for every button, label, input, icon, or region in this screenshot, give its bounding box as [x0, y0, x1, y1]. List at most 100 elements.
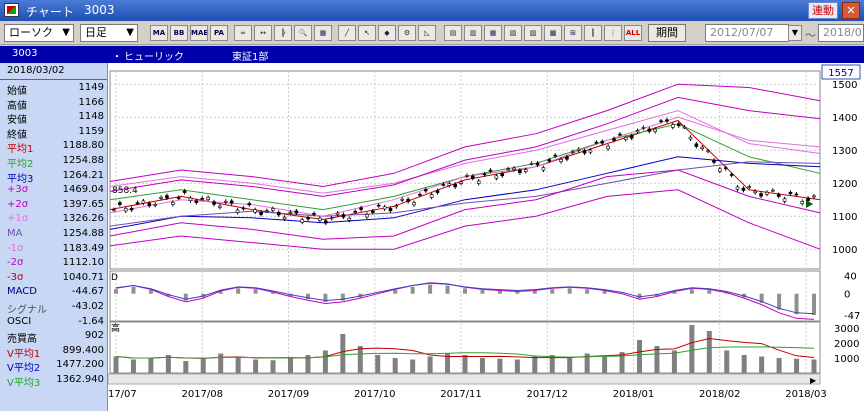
pattern-2-icon[interactable]: ▥ [464, 25, 482, 41]
candle-body [418, 193, 422, 196]
candle-body [312, 213, 316, 215]
indicator-value: 1040.71 [62, 271, 104, 283]
macd-histogram-bar [148, 290, 153, 294]
macd-histogram-bar [114, 289, 118, 294]
candle-body [476, 180, 481, 184]
macd-tick-label: -47 [844, 311, 860, 322]
scroll-right-icon: ▶ [810, 376, 817, 385]
candle-body [759, 193, 763, 197]
candle-body [676, 123, 681, 127]
macd-histogram-bar [602, 291, 607, 294]
indicator-row: V平均3 1362.940 [0, 373, 107, 389]
volume-bar [514, 359, 520, 373]
settings-icon[interactable]: ▦ [314, 25, 332, 41]
indicator-value: -1.64 [78, 315, 104, 327]
candle-body [629, 135, 634, 139]
volume-bar [235, 356, 241, 373]
month-tick-label: 2017/12 [526, 389, 568, 400]
candle-body [141, 200, 146, 204]
dots-icon[interactable]: ⋮ [604, 25, 622, 41]
stock-name: ヒューリック [124, 52, 184, 63]
macd-histogram-bar [637, 293, 642, 299]
title-bar: チャート 3003 連動 ✕ [0, 0, 864, 21]
line-tool-icon[interactable]: ═ [234, 25, 252, 41]
candle-body [776, 194, 781, 197]
chart-type-select[interactable]: ローソク ▼ [4, 24, 74, 42]
kikan-button[interactable]: 期間 [648, 24, 686, 42]
chart-app-icon [4, 3, 19, 17]
volume-bar [602, 355, 608, 373]
indicator-row: 高値 1166 [0, 96, 107, 112]
volume-panel-label: 高 [111, 322, 120, 334]
date-from-input[interactable]: 2012/07/07 [705, 24, 789, 42]
candle-body [394, 205, 399, 208]
period-select[interactable]: 日足 ▼ [80, 24, 138, 42]
candle-body [747, 186, 752, 188]
indicator-value: 1166 [78, 96, 104, 108]
macd-histogram-bar [445, 285, 450, 294]
mae-icon[interactable]: MAE [190, 25, 208, 41]
candle-body [694, 143, 699, 147]
candle-body [318, 217, 322, 221]
candle-body [782, 198, 787, 202]
market-name: 東証1部 [232, 52, 269, 63]
cursor-icon[interactable]: ↖ [358, 25, 376, 41]
candle-icon[interactable]: ┃ [584, 25, 602, 41]
month-tick-label: 2018/01 [613, 389, 655, 400]
candle-body [253, 209, 257, 213]
candle-body [400, 198, 405, 201]
pattern-3-icon[interactable]: ▦ [484, 25, 502, 41]
pattern-4-icon[interactable]: ▧ [504, 25, 522, 41]
candle-body [229, 200, 234, 204]
diagonal-line-icon[interactable]: ◺ [418, 25, 436, 41]
indicator-value: 1159 [78, 125, 104, 137]
zoom-icon[interactable]: 🔍 [294, 25, 312, 41]
all-icon[interactable]: ALL [624, 25, 642, 41]
pattern-5-icon[interactable]: ▨ [524, 25, 542, 41]
renkei-button[interactable]: 連動 [808, 2, 838, 19]
candle-body [700, 146, 705, 150]
volume-bar [479, 358, 485, 373]
indicator-row: MA 1254.88 [0, 227, 107, 242]
stock-code: 3003 [12, 48, 38, 59]
price-tick-label: 1500 [832, 80, 857, 91]
candle-body [441, 184, 446, 186]
candle-body [559, 158, 563, 162]
ma-icon[interactable]: MA [150, 25, 168, 41]
price-tick-label: 1100 [832, 212, 857, 223]
macd-histogram-bar [236, 288, 241, 294]
pen-icon[interactable]: ╱ [338, 25, 356, 41]
arrows-icon[interactable]: ↔ [254, 25, 272, 41]
chevron-down-icon: ▼ [62, 27, 70, 38]
volume-bar [776, 358, 782, 373]
indicator-row: 平均1 1188.80 [0, 139, 107, 155]
candle-body [276, 211, 281, 216]
kagi-icon[interactable]: ╠ [274, 25, 292, 41]
close-button[interactable]: ✕ [842, 2, 860, 19]
pa-icon[interactable]: PA [210, 25, 228, 41]
candle-body [382, 206, 387, 210]
indicator-label: -3σ [7, 271, 24, 283]
wrench-icon[interactable]: ⚙ [398, 25, 416, 41]
indicator-label: MA [7, 228, 23, 239]
indicator-value: 899.400 [62, 344, 104, 356]
volume-bar [811, 359, 817, 373]
indicator-value: 1188.80 [62, 140, 104, 152]
indicator-row: 始値 1149 [0, 81, 107, 97]
info-dot: ・ [112, 52, 122, 63]
pattern-7-icon[interactable]: ⊞ [564, 25, 582, 41]
bb-icon[interactable]: BB [170, 25, 188, 41]
volume-bar [410, 359, 416, 373]
indicator-value: 1397.65 [62, 198, 104, 210]
pattern-6-icon[interactable]: ▩ [544, 25, 562, 41]
eraser-icon[interactable]: ◆ [378, 25, 396, 41]
indicator-row: 終値 1159 [0, 125, 107, 141]
indicator-value: 1183.49 [62, 242, 104, 254]
pattern-1-icon[interactable]: ▤ [444, 25, 462, 41]
month-tick-label: 2017/09 [268, 389, 310, 400]
date-from-dropdown[interactable]: ▼ [788, 25, 802, 41]
side-date: 2018/03/02 [0, 65, 107, 80]
date-to-input[interactable]: 2018/03/ [818, 24, 864, 42]
volume-bar [706, 331, 712, 373]
chart-svg[interactable]: 1500 1400 1300 1200 1100 1000 2017/07 2017/08 20… [95, 63, 864, 411]
